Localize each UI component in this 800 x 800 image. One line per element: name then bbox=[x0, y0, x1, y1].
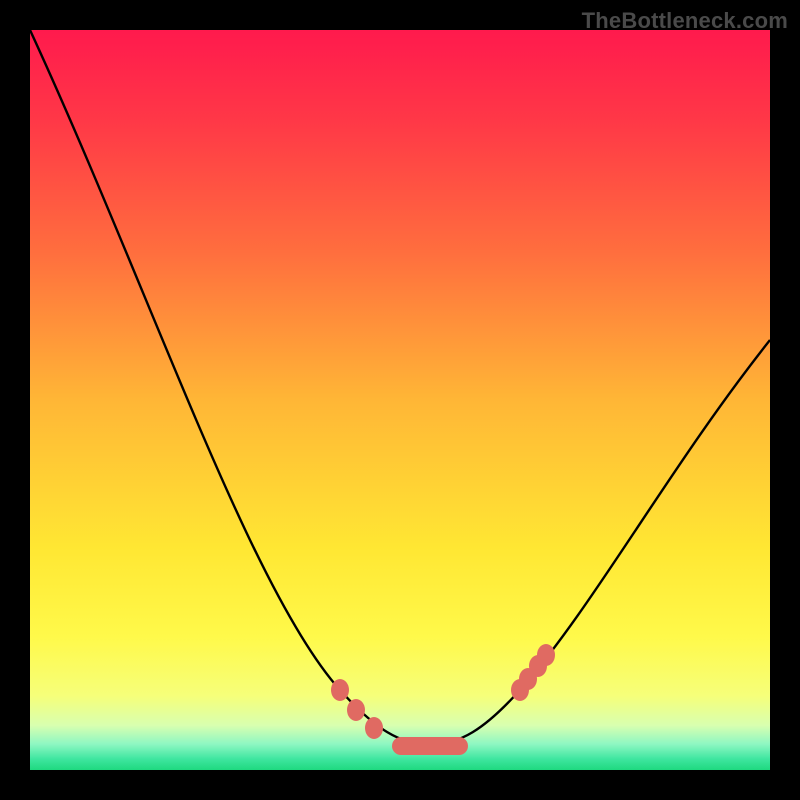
plot-area bbox=[30, 30, 770, 770]
marker-dot bbox=[365, 717, 383, 739]
watermark-text: TheBottleneck.com bbox=[582, 8, 788, 34]
bottleneck-curve bbox=[30, 30, 770, 745]
curve-layer bbox=[30, 30, 770, 770]
right-marker-cluster bbox=[511, 644, 555, 701]
chart-frame: TheBottleneck.com bbox=[0, 0, 800, 800]
bottom-marker-pill bbox=[392, 737, 468, 755]
marker-dot bbox=[331, 679, 349, 701]
marker-dot bbox=[537, 644, 555, 666]
left-marker-cluster bbox=[331, 679, 383, 739]
marker-dot bbox=[347, 699, 365, 721]
